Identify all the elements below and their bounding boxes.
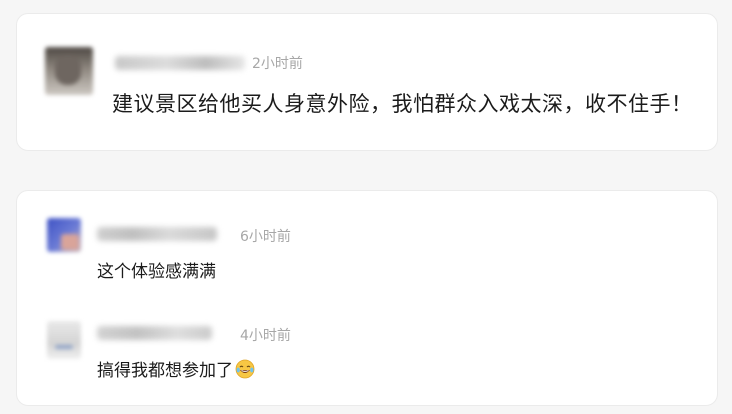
comment-timestamp: 6小时前	[240, 229, 291, 245]
comment-timestamp: 4小时前	[240, 328, 291, 344]
comment-thread-card: 6小时前 这个体验感满满 4小时前 搞得我都想参加了	[16, 190, 718, 406]
comment-text-row: 搞得我都想参加了	[97, 356, 255, 381]
avatar[interactable]	[47, 321, 81, 359]
author-name-blurred[interactable]	[115, 56, 245, 70]
comment-feed: 2小时前 建议景区给他买人身意外险，我怕群众入戏太深，收不住手！ 6小时前 这个…	[0, 0, 732, 414]
comment-text: 搞得我都想参加了	[97, 361, 233, 381]
laughing-tears-emoji-icon	[235, 359, 255, 379]
avatar[interactable]	[45, 47, 93, 95]
comment-text: 这个体验感满满	[97, 262, 216, 282]
comment-card: 2小时前 建议景区给他买人身意外险，我怕群众入戏太深，收不住手！	[16, 13, 718, 151]
avatar[interactable]	[47, 218, 81, 252]
author-name-blurred[interactable]	[97, 227, 217, 241]
comment-text: 建议景区给他买人身意外险，我怕群众入戏太深，收不住手！	[112, 92, 693, 116]
author-name-blurred[interactable]	[97, 326, 212, 340]
comment-timestamp: 2小时前	[252, 56, 303, 72]
